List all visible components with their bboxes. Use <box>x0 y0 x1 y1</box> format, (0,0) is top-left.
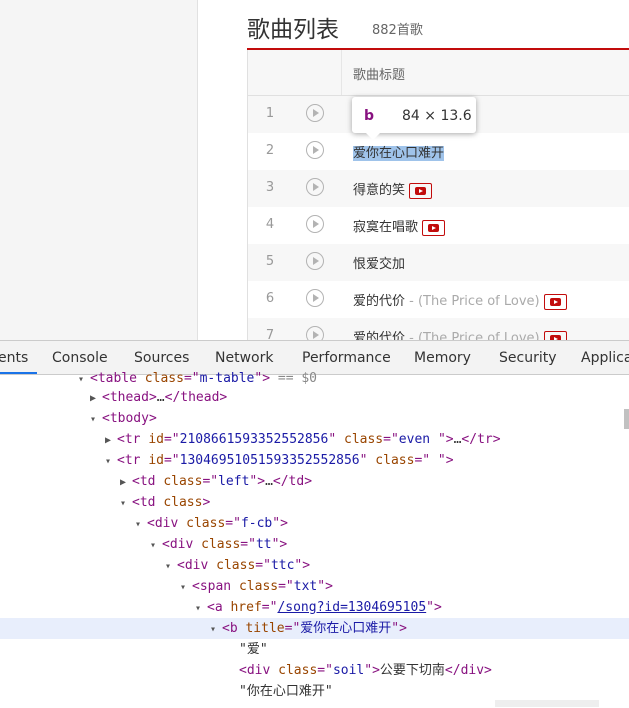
tab-sources[interactable]: Sources <box>134 350 189 366</box>
song-title-link[interactable]: 得意的笑 <box>353 179 433 199</box>
dom-line-b-selected[interactable]: ▾ <b title="爱你在心口难开"> <box>0 618 629 639</box>
table-row: 2 爱你在心口难开 <box>247 133 629 170</box>
tooltip-tag: b <box>364 108 375 124</box>
dom-line-table[interactable]: ▾ <table class="m-table"> == $0 <box>78 368 317 389</box>
dom-line-div-tt[interactable]: ▾ <div class="tt"> <box>150 534 287 555</box>
page-title: 歌曲列表 <box>247 17 339 43</box>
song-title-link[interactable]: 爱的代价 - (The Price of Love) <box>353 290 567 310</box>
tooltip-size: 84 × 13.6 <box>402 108 472 124</box>
song-title[interactable]: 爱的代价 <box>353 294 405 309</box>
dom-line-tr-even[interactable]: ▶ <tr id="2108661593352552856" class="eve… <box>105 429 501 450</box>
row-number: 4 <box>265 217 275 232</box>
play-icon[interactable] <box>306 141 324 159</box>
song-alias: - (The Price of Love) <box>405 331 540 340</box>
song-title-link[interactable]: 恨爱交加 <box>353 253 405 272</box>
table-row: 4 寂寞在唱歌 <box>247 207 629 244</box>
song-list-section: 歌曲列表 882首歌 歌曲标题 1方不败之风云再…2爱你在心口难开3得意的笑4寂… <box>247 0 629 340</box>
row-number: 6 <box>265 291 275 306</box>
table-header: 歌曲标题 <box>247 50 629 96</box>
dom-line-div-soil[interactable]: <div class="soil">公要下切南</div> <box>239 660 492 681</box>
mv-icon[interactable] <box>543 330 567 340</box>
song-count: 882首歌 <box>372 23 423 38</box>
dom-line-tbody[interactable]: ▾ <tbody> <box>90 408 157 429</box>
active-tab-indicator <box>0 372 37 374</box>
webpage-viewport: 歌曲列表 882首歌 歌曲标题 1方不败之风云再…2爱你在心口难开3得意的笑4寂… <box>0 0 629 340</box>
table-row: 5 恨爱交加 <box>247 244 629 281</box>
row-number: 2 <box>265 143 275 158</box>
tab-network[interactable]: Network <box>215 350 273 366</box>
song-title[interactable]: 爱的代价 <box>353 331 405 340</box>
table-row: 7 爱的代价 - (The Price of Love) <box>247 318 629 340</box>
dom-line-thead[interactable]: ▶ <thead>…</thead> <box>90 387 227 408</box>
dom-tree: ▾ <table class="m-table"> == $0 ▶ <thead>…… <box>0 371 629 708</box>
song-title-link[interactable]: 寂寞在唱歌 <box>353 216 446 236</box>
dom-line-span-txt[interactable]: ▾ <span class="txt"> <box>180 576 333 597</box>
play-icon[interactable] <box>306 289 324 307</box>
dom-line-div-ttc[interactable]: ▾ <div class="ttc"> <box>165 555 310 576</box>
devtools-panel: ents Console Sources Network Performance… <box>0 340 629 708</box>
row-number: 1 <box>265 106 275 121</box>
song-title[interactable]: 爱你在心口难开 <box>353 146 445 161</box>
dom-line-text-2[interactable]: "你在心口难开" <box>239 681 333 702</box>
mv-icon[interactable] <box>409 182 433 199</box>
song-title[interactable]: 得意的笑 <box>353 183 405 198</box>
dom-line-a-link[interactable]: ▾ <a href="/song?id=1304695105"> <box>195 597 442 618</box>
dom-line-div-fcb[interactable]: ▾ <div class="f-cb"> <box>135 513 288 534</box>
dom-tree-scrollbar[interactable] <box>624 409 629 429</box>
song-title-link[interactable]: 爱你在心口难开 <box>353 142 445 161</box>
play-icon[interactable] <box>306 215 324 233</box>
table-row: 3 得意的笑 <box>247 170 629 207</box>
tab-application[interactable]: Applica <box>581 350 629 366</box>
play-icon[interactable] <box>306 326 324 340</box>
play-icon[interactable] <box>306 104 324 122</box>
tab-elements[interactable]: ents <box>0 350 28 366</box>
song-title-link[interactable]: 爱的代价 - (The Price of Love) <box>353 327 567 340</box>
table-row: 6 爱的代价 - (The Price of Love) <box>247 281 629 318</box>
row-number: 3 <box>265 180 275 195</box>
song-title-header: 歌曲标题 <box>353 68 406 83</box>
left-sidebar <box>0 0 198 340</box>
tab-memory[interactable]: Memory <box>414 350 471 366</box>
header-divider <box>341 50 342 95</box>
dom-line-tr-selected[interactable]: ▾ <tr id="13046951051593352552856" class=… <box>105 450 454 471</box>
song-alias: - (The Price of Love) <box>405 294 540 309</box>
play-icon[interactable] <box>306 252 324 270</box>
element-inspect-tooltip: b 84 × 13.6 <box>352 97 476 140</box>
mv-icon[interactable] <box>543 293 567 310</box>
bottom-strip <box>495 700 599 707</box>
song-title[interactable]: 寂寞在唱歌 <box>353 220 418 235</box>
mv-icon[interactable] <box>422 219 446 236</box>
row-number: 7 <box>265 328 275 340</box>
dom-line-text-1[interactable]: "爱" <box>239 639 268 660</box>
tab-console[interactable]: Console <box>52 350 108 366</box>
song-title[interactable]: 恨爱交加 <box>353 257 405 272</box>
song-table: 歌曲标题 1方不败之风云再…2爱你在心口难开3得意的笑4寂寞在唱歌5恨爱交加6爱… <box>247 48 629 340</box>
dom-line-td[interactable]: ▾ <td class> <box>120 492 210 513</box>
tab-security[interactable]: Security <box>499 350 557 366</box>
play-icon[interactable] <box>306 178 324 196</box>
tab-performance[interactable]: Performance <box>302 350 391 366</box>
row-number: 5 <box>265 254 275 269</box>
dom-line-td-left[interactable]: ▶ <td class="left">…</td> <box>120 471 312 492</box>
